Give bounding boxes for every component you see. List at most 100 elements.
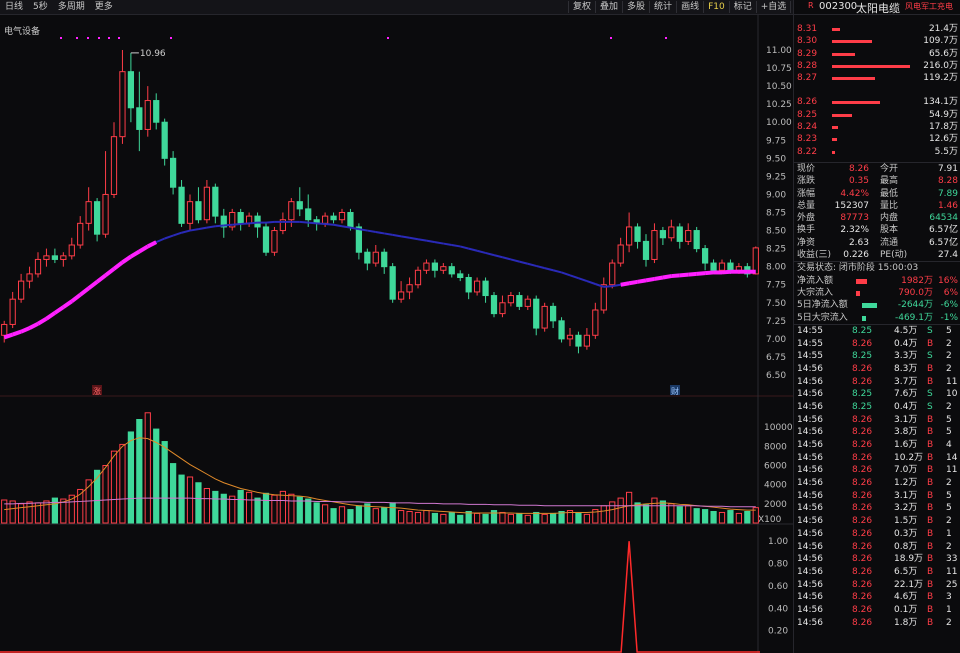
candle[interactable] xyxy=(482,277,489,303)
candle[interactable] xyxy=(617,237,624,267)
candle[interactable] xyxy=(186,194,194,231)
candle[interactable] xyxy=(102,151,109,238)
candle[interactable] xyxy=(43,248,50,267)
volume-bar[interactable] xyxy=(271,494,278,524)
volume-bar[interactable] xyxy=(347,509,354,524)
volume-bar[interactable] xyxy=(136,419,143,524)
candle[interactable] xyxy=(499,295,506,318)
volume-bar[interactable] xyxy=(305,498,312,524)
volume-bar[interactable] xyxy=(102,465,109,524)
candle[interactable] xyxy=(119,50,126,144)
candle[interactable] xyxy=(448,263,455,278)
candle[interactable] xyxy=(642,234,650,267)
event-dot[interactable] xyxy=(108,37,110,39)
volume-bar[interactable] xyxy=(237,489,244,524)
candle[interactable] xyxy=(212,183,219,224)
candle[interactable] xyxy=(524,295,531,310)
candle[interactable] xyxy=(178,180,185,227)
tool-btn-5[interactable]: F10 xyxy=(703,1,729,13)
tool-btn-7[interactable]: +自选 xyxy=(755,1,791,13)
candle[interactable] xyxy=(60,252,67,267)
volume-bar[interactable] xyxy=(490,510,498,524)
volume-bar[interactable] xyxy=(288,493,295,524)
volume-bar[interactable] xyxy=(381,507,388,524)
volume-bar[interactable] xyxy=(659,500,667,524)
event-dot[interactable] xyxy=(387,37,389,39)
volume-bar[interactable] xyxy=(110,450,118,524)
event-dot[interactable] xyxy=(170,37,172,39)
tool-btn-6[interactable]: 标记 xyxy=(728,1,756,13)
volume-bar[interactable] xyxy=(676,506,683,524)
candle[interactable] xyxy=(220,208,227,238)
candle[interactable] xyxy=(423,259,430,274)
volume-bar[interactable] xyxy=(355,505,363,524)
finance-tag[interactable]: 财 xyxy=(670,385,680,396)
volume-bar[interactable] xyxy=(431,512,439,524)
volume-bar[interactable] xyxy=(685,505,692,524)
volume-bar[interactable] xyxy=(718,511,726,524)
volume-bar[interactable] xyxy=(338,506,346,524)
candle[interactable] xyxy=(549,302,557,329)
tool-btn-2[interactable]: 多股 xyxy=(622,1,649,13)
candle[interactable] xyxy=(440,263,447,274)
period-btn-3[interactable]: 更多 xyxy=(90,1,118,13)
volume-bar[interactable] xyxy=(642,504,650,524)
volume-bar[interactable] xyxy=(397,510,405,524)
tool-btn-3[interactable]: 统计 xyxy=(649,1,676,13)
candle[interactable] xyxy=(279,212,287,235)
event-dot[interactable] xyxy=(665,37,667,39)
volume-bar[interactable] xyxy=(482,513,489,524)
candle[interactable] xyxy=(701,245,709,271)
volume-bar[interactable] xyxy=(127,431,135,524)
candle[interactable] xyxy=(609,259,616,289)
candle[interactable] xyxy=(676,223,683,249)
candle[interactable] xyxy=(245,212,253,227)
volume-bar[interactable] xyxy=(229,495,236,524)
candle[interactable] xyxy=(26,266,33,289)
candle[interactable] xyxy=(330,212,337,224)
volume-bar[interactable] xyxy=(617,497,624,524)
volume-bar[interactable] xyxy=(448,511,455,524)
candle[interactable] xyxy=(659,226,667,245)
volume-bar[interactable] xyxy=(414,511,422,524)
candle[interactable] xyxy=(237,208,244,231)
volume-bar[interactable] xyxy=(524,514,531,524)
volume-bar[interactable] xyxy=(499,511,506,524)
volume-bar[interactable] xyxy=(186,476,194,524)
period-btn-1[interactable]: 5秒 xyxy=(28,1,53,13)
volume-bar[interactable] xyxy=(51,497,59,524)
volume-bar[interactable] xyxy=(321,504,329,524)
candle[interactable] xyxy=(93,198,101,242)
bids-level[interactable]: 8.25 54.9万 xyxy=(794,109,960,121)
volume-bar[interactable] xyxy=(600,505,607,524)
candle[interactable] xyxy=(490,291,498,318)
candle[interactable] xyxy=(136,71,143,152)
volume-bar[interactable] xyxy=(406,511,413,524)
candle[interactable] xyxy=(397,281,405,303)
candle[interactable] xyxy=(558,317,565,343)
candle[interactable] xyxy=(685,223,692,245)
candle[interactable] xyxy=(271,226,278,256)
volume-bar[interactable] xyxy=(710,511,717,524)
volume-bar[interactable] xyxy=(169,463,177,524)
candle[interactable] xyxy=(533,295,540,336)
volume-bar[interactable] xyxy=(541,513,548,524)
candle[interactable] xyxy=(169,151,177,195)
bids-level[interactable]: 8.26 134.1万 xyxy=(794,96,960,108)
volume-bar[interactable] xyxy=(583,513,591,524)
candle[interactable] xyxy=(68,237,75,260)
volume-bar[interactable] xyxy=(625,491,633,524)
candle[interactable] xyxy=(153,93,160,130)
candle[interactable] xyxy=(110,122,118,199)
volume-bar[interactable] xyxy=(549,512,557,524)
volume-bar[interactable] xyxy=(701,509,709,524)
volume-bar[interactable] xyxy=(17,503,25,524)
period-btn-0[interactable]: 日线 xyxy=(0,1,28,13)
tool-btn-4[interactable]: 画线 xyxy=(676,1,703,13)
kline-chart[interactable]: 11.00 10.75 10.50 10.25 10.00 9.75 9.50 9.25 9.0… xyxy=(0,15,793,653)
candle[interactable] xyxy=(381,248,388,274)
candle[interactable] xyxy=(465,273,472,300)
volume-bar[interactable] xyxy=(727,510,734,524)
volume-bar[interactable] xyxy=(507,513,515,524)
candle[interactable] xyxy=(457,270,464,282)
